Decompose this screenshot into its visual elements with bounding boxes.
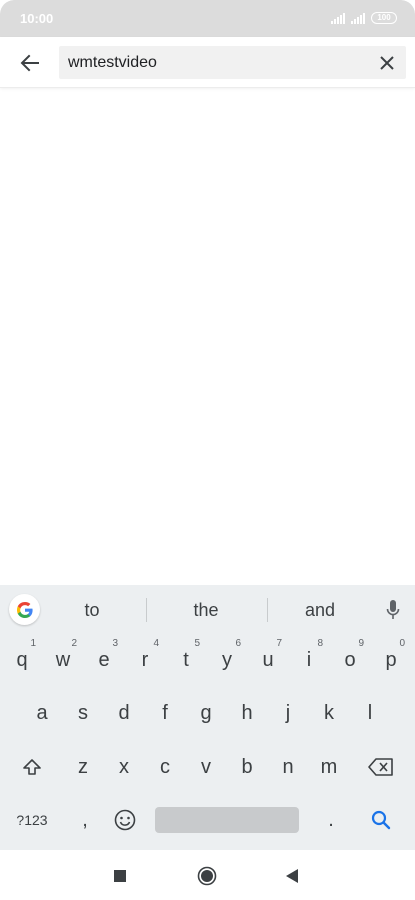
key-r[interactable]: r4	[126, 637, 164, 683]
battery-icon: 100	[371, 12, 397, 24]
spacebar[interactable]	[155, 807, 299, 833]
key-b[interactable]: b	[228, 744, 266, 790]
navigation-bar	[0, 850, 415, 900]
key-label: i	[306, 648, 312, 671]
suggestion-divider	[146, 598, 147, 622]
key-label: o	[344, 648, 356, 671]
suggestion-1[interactable]: to	[52, 600, 132, 621]
key-m[interactable]: m	[310, 744, 348, 790]
key-hint: 4	[153, 638, 159, 649]
search-icon	[371, 810, 391, 830]
key-e[interactable]: e3	[85, 637, 123, 683]
shift-arrow-icon	[23, 759, 41, 775]
phone-screen: 10:00 100 wmtestvideo to the and q 1 w 2…	[0, 0, 415, 900]
key-hint: 1	[30, 638, 36, 649]
comma-key[interactable]: ,	[66, 797, 104, 843]
backspace-icon	[368, 758, 393, 776]
key-f[interactable]: f	[146, 690, 184, 736]
battery-level: 100	[377, 13, 391, 22]
recent-apps-button[interactable]	[108, 864, 132, 888]
key-label: u	[262, 648, 274, 671]
key-g[interactable]: g	[187, 690, 225, 736]
system-back-button[interactable]	[280, 864, 304, 888]
suggestion-3[interactable]: and	[280, 600, 360, 621]
key-label: r	[141, 648, 149, 671]
key-y[interactable]: y6	[208, 637, 246, 683]
key-d[interactable]: d	[105, 690, 143, 736]
key-w[interactable]: w2	[44, 637, 82, 683]
search-box	[59, 46, 406, 79]
keyboard: to the and q1 w2 e3 r4 t5 y6 u7 i8 o9 p0…	[0, 585, 415, 850]
suggestion-2[interactable]: the	[166, 600, 246, 621]
search-header	[0, 37, 415, 88]
key-v[interactable]: v	[187, 744, 225, 790]
key-o[interactable]: o9	[331, 637, 369, 683]
key-hint: 2	[71, 638, 77, 649]
back-button[interactable]	[14, 47, 46, 79]
key-q[interactable]: q1	[3, 637, 41, 683]
key-a[interactable]: a	[23, 690, 61, 736]
key-k[interactable]: k	[310, 690, 348, 736]
microphone-icon[interactable]	[383, 598, 403, 622]
key-label: q	[16, 648, 28, 671]
home-circle-icon	[197, 866, 217, 886]
key-h[interactable]: h	[228, 690, 266, 736]
status-icons: 100	[331, 12, 397, 24]
key-label: p	[385, 648, 397, 671]
emoji-key[interactable]	[106, 797, 144, 843]
suggestion-bar: to the and	[0, 585, 415, 635]
key-t[interactable]: t5	[167, 637, 205, 683]
google-g-icon[interactable]	[9, 594, 40, 625]
home-button[interactable]	[195, 864, 219, 888]
signal-icon	[331, 12, 345, 24]
key-hint: 9	[358, 638, 364, 649]
key-j[interactable]: j	[269, 690, 307, 736]
key-u[interactable]: u7	[249, 637, 287, 683]
key-i[interactable]: i8	[290, 637, 328, 683]
key-z[interactable]: z	[64, 744, 102, 790]
period-key[interactable]: .	[312, 797, 350, 843]
symbols-key[interactable]: ?123	[8, 797, 56, 843]
key-c[interactable]: c	[146, 744, 184, 790]
key-label: e	[98, 648, 110, 671]
key-label: w	[55, 648, 71, 671]
backspace-key[interactable]	[362, 744, 400, 790]
recent-apps-square-icon	[114, 870, 126, 882]
key-hint: 7	[276, 638, 282, 649]
key-label: t	[183, 648, 189, 671]
key-s[interactable]: s	[64, 690, 102, 736]
key-hint: 3	[112, 638, 118, 649]
key-l[interactable]: l	[351, 690, 389, 736]
back-triangle-icon	[286, 869, 298, 883]
key-hint: 8	[317, 638, 323, 649]
search-key[interactable]	[362, 797, 400, 843]
search-input[interactable]	[68, 46, 368, 79]
key-x[interactable]: x	[105, 744, 143, 790]
close-icon	[380, 56, 394, 70]
emoji-icon	[114, 809, 136, 831]
suggestion-divider	[267, 598, 268, 622]
key-hint: 0	[399, 638, 405, 649]
key-label: y	[222, 648, 232, 671]
clear-button[interactable]	[376, 52, 398, 74]
status-bar: 10:00 100	[0, 0, 415, 37]
status-time: 10:00	[20, 11, 54, 26]
shift-key[interactable]	[13, 744, 51, 790]
key-p[interactable]: p0	[372, 637, 410, 683]
key-hint: 6	[235, 638, 241, 649]
key-hint: 5	[194, 638, 200, 649]
arrow-left-icon	[20, 54, 39, 72]
key-n[interactable]: n	[269, 744, 307, 790]
signal-icon	[351, 12, 365, 24]
